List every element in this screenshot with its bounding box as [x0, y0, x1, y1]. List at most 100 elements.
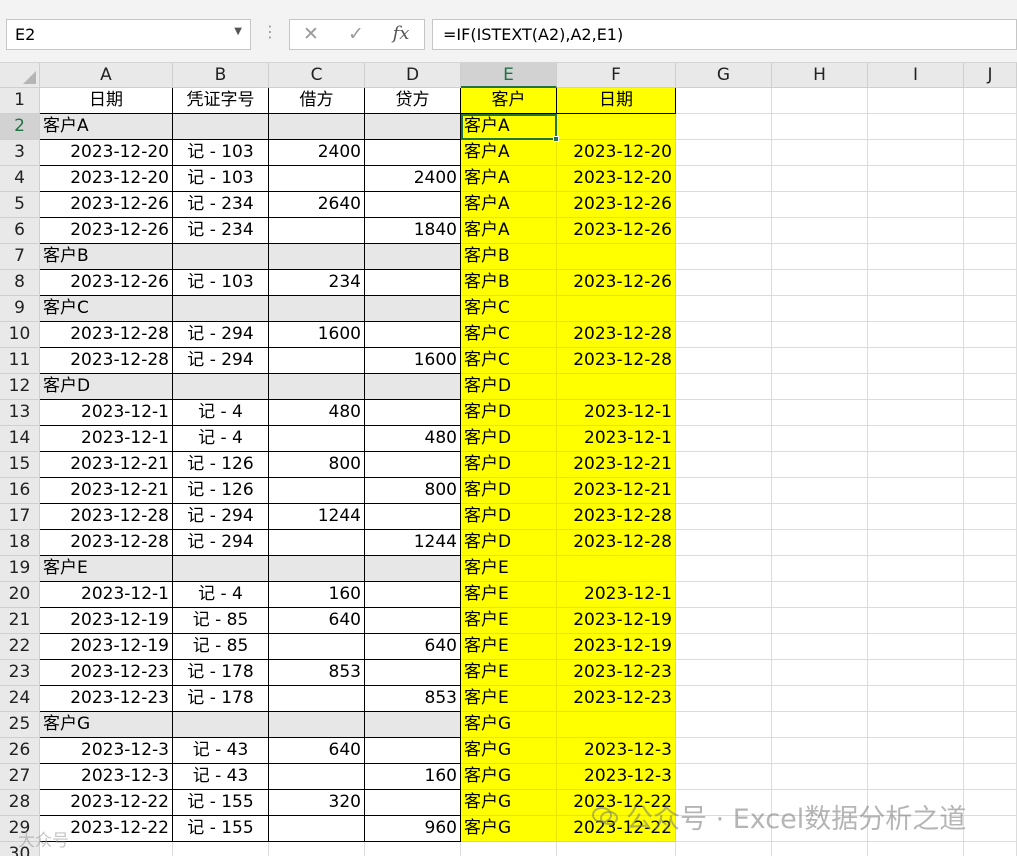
cell-a20[interactable]: 2023-12-1 — [40, 582, 173, 608]
row-header-1[interactable]: 1 — [0, 88, 40, 114]
cell-c2[interactable] — [269, 114, 365, 140]
cell-c6[interactable] — [269, 218, 365, 244]
cell-f21[interactable]: 2023-12-19 — [557, 608, 676, 634]
column-header-d[interactable]: D — [365, 63, 461, 88]
cell-e30[interactable] — [461, 842, 557, 856]
cell-i4[interactable] — [868, 166, 964, 192]
column-header-f[interactable]: F — [557, 63, 676, 88]
cell-d3[interactable] — [365, 140, 461, 166]
cell-h26[interactable] — [772, 738, 868, 764]
column-header-b[interactable]: B — [173, 63, 269, 88]
cell-f14[interactable]: 2023-12-1 — [557, 426, 676, 452]
cell-c16[interactable] — [269, 478, 365, 504]
column-header-g[interactable]: G — [676, 63, 772, 88]
cell-b29[interactable]: 记 - 155 — [173, 816, 269, 842]
cell-e19[interactable]: 客户E — [461, 556, 557, 582]
cell-f4[interactable]: 2023-12-20 — [557, 166, 676, 192]
cell-d9[interactable] — [365, 296, 461, 322]
cell-d23[interactable] — [365, 660, 461, 686]
cell-d21[interactable] — [365, 608, 461, 634]
cell-b7[interactable] — [173, 244, 269, 270]
cell-h3[interactable] — [772, 140, 868, 166]
cell-c9[interactable] — [269, 296, 365, 322]
cell-f26[interactable]: 2023-12-3 — [557, 738, 676, 764]
cell-e15[interactable]: 客户D — [461, 452, 557, 478]
row-header-17[interactable]: 17 — [0, 504, 40, 530]
cell-i9[interactable] — [868, 296, 964, 322]
cell-i25[interactable] — [868, 712, 964, 738]
cell-a25[interactable]: 客户G — [40, 712, 173, 738]
cell-d24[interactable]: 853 — [365, 686, 461, 712]
cell-g25[interactable] — [676, 712, 772, 738]
row-header-4[interactable]: 4 — [0, 166, 40, 192]
active-cell[interactable]: 客户A — [461, 114, 557, 140]
row-header-23[interactable]: 23 — [0, 660, 40, 686]
cell-d15[interactable] — [365, 452, 461, 478]
cell-b19[interactable] — [173, 556, 269, 582]
cell-f15[interactable]: 2023-12-21 — [557, 452, 676, 478]
cell-d27[interactable]: 160 — [365, 764, 461, 790]
row-header-13[interactable]: 13 — [0, 400, 40, 426]
cell-h12[interactable] — [772, 374, 868, 400]
cell-e16[interactable]: 客户D — [461, 478, 557, 504]
column-header-i[interactable]: I — [868, 63, 964, 88]
cell-h18[interactable] — [772, 530, 868, 556]
cell-i21[interactable] — [868, 608, 964, 634]
cell-g1[interactable] — [676, 88, 772, 114]
cell-b18[interactable]: 记 - 294 — [173, 530, 269, 556]
cell-a24[interactable]: 2023-12-23 — [40, 686, 173, 712]
cell-j21[interactable] — [964, 608, 1017, 634]
cell-j25[interactable] — [964, 712, 1017, 738]
cell-c25[interactable] — [269, 712, 365, 738]
cell-i19[interactable] — [868, 556, 964, 582]
cell-d30[interactable] — [365, 842, 461, 856]
cell-b4[interactable]: 记 - 103 — [173, 166, 269, 192]
cell-h19[interactable] — [772, 556, 868, 582]
cell-j1[interactable] — [964, 88, 1017, 114]
cell-g30[interactable] — [676, 842, 772, 856]
cell-h27[interactable] — [772, 764, 868, 790]
row-header-12[interactable]: 12 — [0, 374, 40, 400]
column-header-e[interactable]: E — [461, 63, 557, 88]
cell-j17[interactable] — [964, 504, 1017, 530]
cell-f18[interactable]: 2023-12-28 — [557, 530, 676, 556]
cell-g17[interactable] — [676, 504, 772, 530]
more-options-icon[interactable]: ⋮ — [262, 22, 278, 41]
cell-b1[interactable]: 凭证字号 — [173, 88, 269, 114]
cell-h7[interactable] — [772, 244, 868, 270]
cell-h4[interactable] — [772, 166, 868, 192]
cell-h30[interactable] — [772, 842, 868, 856]
cell-f1[interactable]: 日期 — [557, 88, 676, 114]
fill-handle[interactable] — [553, 136, 559, 142]
cell-j16[interactable] — [964, 478, 1017, 504]
column-header-h[interactable]: H — [772, 63, 868, 88]
cell-j2[interactable] — [964, 114, 1017, 140]
cell-i5[interactable] — [868, 192, 964, 218]
cell-f3[interactable]: 2023-12-20 — [557, 140, 676, 166]
cell-b28[interactable]: 记 - 155 — [173, 790, 269, 816]
cell-g18[interactable] — [676, 530, 772, 556]
cell-b6[interactable]: 记 - 234 — [173, 218, 269, 244]
cell-f25[interactable] — [557, 712, 676, 738]
cancel-icon[interactable]: ✕ — [298, 23, 324, 45]
cell-g22[interactable] — [676, 634, 772, 660]
row-header-8[interactable]: 8 — [0, 270, 40, 296]
cell-i12[interactable] — [868, 374, 964, 400]
cell-h9[interactable] — [772, 296, 868, 322]
cell-c28[interactable]: 320 — [269, 790, 365, 816]
cell-b2[interactable] — [173, 114, 269, 140]
row-header-3[interactable]: 3 — [0, 140, 40, 166]
cell-j3[interactable] — [964, 140, 1017, 166]
cell-b30[interactable] — [173, 842, 269, 856]
cell-e13[interactable]: 客户D — [461, 400, 557, 426]
cell-b8[interactable]: 记 - 103 — [173, 270, 269, 296]
cell-a28[interactable]: 2023-12-22 — [40, 790, 173, 816]
cell-g24[interactable] — [676, 686, 772, 712]
cell-d25[interactable] — [365, 712, 461, 738]
cell-e27[interactable]: 客户G — [461, 764, 557, 790]
cell-i1[interactable] — [868, 88, 964, 114]
cell-c10[interactable]: 1600 — [269, 322, 365, 348]
cell-g9[interactable] — [676, 296, 772, 322]
row-header-19[interactable]: 19 — [0, 556, 40, 582]
cell-j26[interactable] — [964, 738, 1017, 764]
